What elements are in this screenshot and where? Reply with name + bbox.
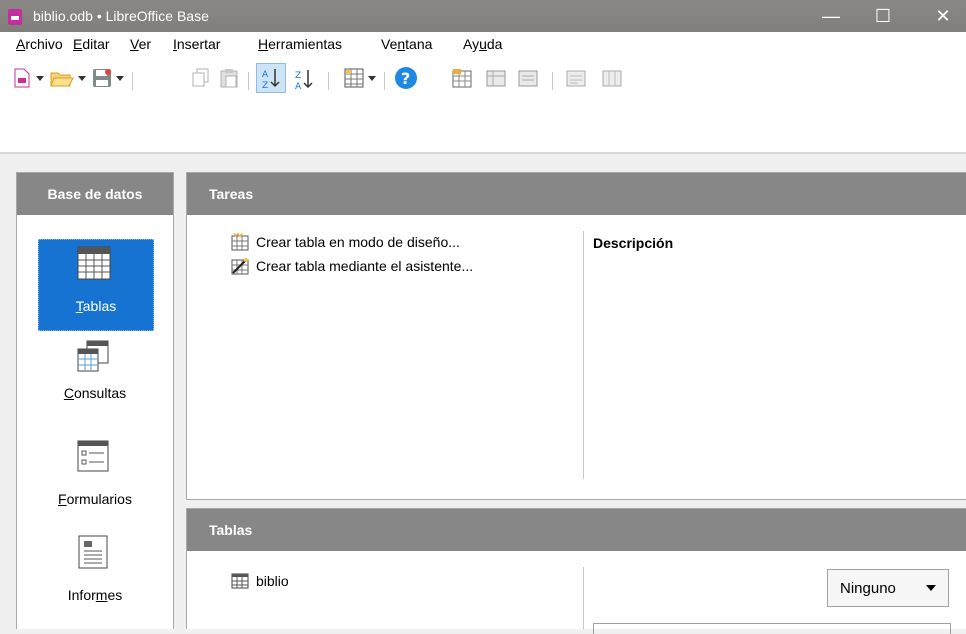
database-panel: Base de datos Tablas Consultas Formulari…: [16, 172, 174, 629]
table-item-label: biblio: [256, 573, 289, 589]
sort-ascending-button[interactable]: AZ: [256, 63, 286, 93]
open-folder-icon[interactable]: [50, 70, 74, 88]
svg-text:Z: Z: [262, 81, 268, 91]
toolbar-divider: [0, 152, 966, 154]
objects-dropdown-arrow-icon[interactable]: [368, 76, 376, 82]
sidebar-item-tablas[interactable]: Tablas: [38, 239, 154, 331]
task-create-table-wizard[interactable]: Crear tabla mediante el asistente...: [231, 257, 473, 275]
task-label: Crear tabla en modo de diseño...: [256, 234, 460, 250]
sidebar-item-consultas[interactable]: Consultas: [38, 335, 152, 425]
preview-select-value: Ninguno: [840, 579, 896, 597]
query-icon: [77, 340, 109, 372]
chevron-down-icon: [926, 585, 936, 591]
maximize-button[interactable]: ☐: [860, 0, 906, 32]
database-objects-icon[interactable]: [344, 68, 364, 88]
sidebar-item-label: Consultas: [63, 385, 127, 401]
standard-toolbar: [0, 56, 966, 152]
task-create-table-design[interactable]: Crear tabla en modo de diseño...: [231, 233, 460, 251]
toolbar-separator: [248, 72, 249, 90]
libreoffice-base-icon: [8, 9, 22, 25]
menu-archivo[interactable]: Archivo: [16, 36, 63, 52]
preview-area: [593, 623, 951, 634]
open-dropdown-arrow-icon[interactable]: [78, 76, 86, 82]
tasks-panel-header: Tareas: [187, 173, 966, 215]
svg-text:A: A: [262, 70, 269, 80]
toolbar-separator: [384, 72, 385, 90]
table-design-icon[interactable]: [452, 68, 472, 88]
table-item-biblio[interactable]: biblio: [231, 573, 289, 589]
menu-herramientas[interactable]: Herramientas: [258, 36, 342, 52]
table-wizard-icon[interactable]: [602, 68, 624, 88]
table-wizard-icon: [231, 258, 249, 275]
new-document-icon[interactable]: [14, 68, 30, 88]
window-title: biblio.odb • LibreOffice Base: [33, 8, 209, 24]
toolbar-separator: [552, 72, 553, 90]
form-icon: [77, 440, 109, 472]
paste-icon[interactable]: [220, 68, 238, 88]
svg-text:?: ?: [401, 69, 410, 88]
table-icon: [231, 573, 249, 589]
sidebar-item-label: Formularios: [58, 491, 132, 507]
report-design-icon[interactable]: [566, 68, 588, 88]
menu-ver[interactable]: Ver: [130, 36, 151, 52]
new-dropdown-arrow-icon[interactable]: [36, 76, 44, 82]
tables-panel-header: Tablas: [187, 509, 966, 551]
form-design-icon[interactable]: [518, 68, 540, 88]
tables-divider: [583, 567, 584, 629]
tasks-panel: Tareas Crear tabla en modo de diseño... …: [186, 172, 966, 500]
sidebar-item-informes[interactable]: Informes: [38, 529, 152, 619]
sort-ascending-icon: AZ: [262, 69, 280, 91]
preview-select[interactable]: Ninguno: [827, 569, 949, 607]
sidebar-item-label: Tablas: [75, 298, 117, 314]
svg-text:Z: Z: [295, 71, 301, 81]
query-design-icon[interactable]: [486, 68, 506, 88]
toolbar-separator: [328, 72, 329, 90]
help-icon[interactable]: ?: [394, 66, 418, 90]
menu-bar: Archivo Editar Ver Insertar Herramientas…: [0, 32, 966, 56]
sidebar-item-label: Informes: [67, 587, 123, 603]
copy-icon[interactable]: [192, 68, 210, 88]
save-icon[interactable]: [92, 68, 112, 88]
title-bar: biblio.odb • LibreOffice Base — ☐ ✕: [0, 0, 966, 32]
toolbar-separator: [132, 72, 133, 90]
tables-panel: Tablas biblio Ninguno: [186, 508, 966, 634]
description-label: Descripción: [593, 235, 674, 251]
menu-insertar[interactable]: Insertar: [173, 36, 220, 52]
tasks-divider: [583, 231, 584, 479]
svg-text:A: A: [295, 82, 302, 92]
minimize-button[interactable]: —: [808, 0, 854, 32]
table-design-icon: [231, 233, 249, 251]
table-icon: [77, 246, 111, 280]
menu-editar[interactable]: Editar: [73, 36, 110, 52]
sidebar-item-formularios[interactable]: Formularios: [38, 433, 152, 523]
menu-ventana[interactable]: Ventana: [381, 36, 432, 52]
database-panel-header: Base de datos: [17, 173, 173, 215]
close-button[interactable]: ✕: [920, 0, 966, 32]
report-icon: [78, 535, 108, 569]
save-dropdown-arrow-icon[interactable]: [116, 76, 124, 82]
sort-descending-icon[interactable]: ZA: [290, 65, 318, 93]
task-label: Crear tabla mediante el asistente...: [256, 258, 474, 274]
menu-ayuda[interactable]: Ayuda: [463, 36, 502, 52]
